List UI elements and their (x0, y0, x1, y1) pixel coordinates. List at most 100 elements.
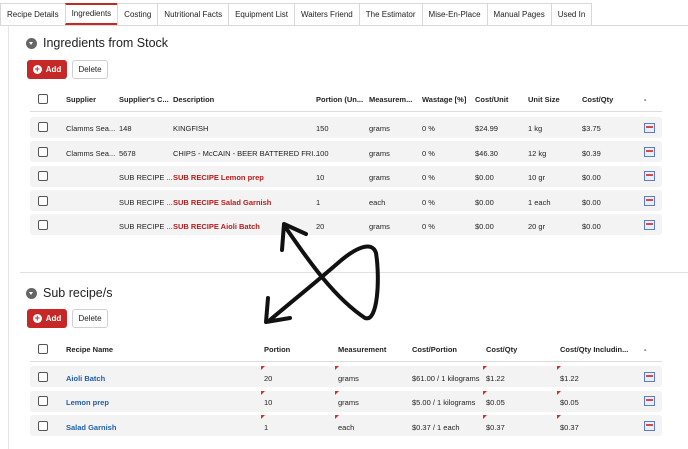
delete-ingredient-button[interactable]: Delete (72, 60, 108, 79)
tab-ingredients[interactable]: Ingredients (64, 3, 119, 25)
edited-marker (261, 391, 265, 395)
section-title: Ingredients from Stock (43, 36, 169, 50)
cost-qty-incl-cell: $0.37 (560, 423, 579, 432)
cost-qty-incl-cell: $0.05 (560, 398, 579, 407)
cost-unit-cell: $0.00 (475, 222, 494, 231)
cross-arrows-annotation (264, 222, 380, 324)
select-all-checkbox[interactable] (38, 94, 48, 104)
tab-used-in[interactable]: Used In (550, 3, 593, 25)
select-all-checkbox[interactable] (38, 344, 48, 354)
portion-cell[interactable]: 150 (316, 124, 329, 133)
supplier-code-cell: 148 (119, 124, 132, 133)
description-cell: SUB RECIPE Aioli Batch (173, 222, 260, 231)
column-header[interactable]: Cost/Qty (486, 345, 517, 354)
column-header[interactable]: Portion (Un... (316, 95, 363, 104)
measurement-cell: grams (338, 398, 359, 407)
recipe-name-link[interactable]: Aioli Batch (66, 374, 105, 383)
cost-qty-cell: $0.39 (582, 149, 601, 158)
tab-the-estimator[interactable]: The Estimator (358, 3, 423, 25)
edited-marker (483, 415, 487, 419)
tab-costing[interactable]: Costing (117, 3, 159, 25)
collapse-icon[interactable] (26, 37, 37, 49)
supplier-cell: Clamms Sea... (66, 124, 116, 133)
measurement-cell: grams (369, 173, 390, 182)
row-checkbox[interactable] (38, 122, 48, 132)
header-divider (30, 111, 662, 112)
edited-marker (335, 366, 339, 370)
subrecipe-section-header[interactable]: Sub recipe/s (26, 286, 112, 300)
row-checkbox[interactable] (38, 396, 48, 406)
cost-qty-cell: $0.05 (486, 398, 505, 407)
edited-marker (261, 366, 265, 370)
column-header: - (644, 345, 647, 354)
portion-cell[interactable]: 1 (316, 198, 320, 207)
tab-bar: Recipe Details Ingredients Costing Nutri… (0, 0, 688, 26)
description-cell: SUB RECIPE Lemon prep (173, 173, 264, 182)
edit-row-icon[interactable] (644, 171, 655, 181)
column-header[interactable]: Cost/Unit (475, 95, 508, 104)
edited-marker (557, 366, 561, 370)
portion-cell[interactable]: 10 (316, 173, 324, 182)
column-header[interactable]: Cost/Portion (412, 345, 457, 354)
column-header[interactable]: Measurement (338, 345, 386, 354)
column-header[interactable]: Description (173, 95, 214, 104)
cost-unit-cell: $24.99 (475, 124, 498, 133)
edit-row-icon[interactable] (644, 372, 655, 382)
tab-manual-pages[interactable]: Manual Pages (486, 3, 552, 25)
tab-recipe-details[interactable]: Recipe Details (0, 3, 66, 25)
wastage-cell: 0 % (422, 124, 435, 133)
edit-row-icon[interactable] (644, 421, 655, 431)
row-checkbox[interactable] (38, 171, 48, 181)
tab-equipment-list[interactable]: Equipment List (228, 3, 296, 25)
row-checkbox[interactable] (38, 196, 48, 206)
column-header[interactable]: Wastage [%] (422, 95, 466, 104)
edit-row-icon[interactable] (644, 123, 655, 133)
cost-qty-cell: $0.00 (582, 198, 601, 207)
unit-size-cell: 1 kg (528, 124, 543, 133)
row-checkbox[interactable] (38, 421, 48, 431)
tab-mise-en-place[interactable]: Mise-En-Place (421, 3, 488, 25)
row-checkbox[interactable] (38, 147, 48, 157)
tab-waiters-friend[interactable]: Waiters Friend (294, 3, 360, 25)
unit-size-cell: 20 gr (528, 222, 546, 231)
cost-portion-cell: $5.00 / 1 kilograms (412, 398, 476, 407)
edit-row-icon[interactable] (644, 220, 655, 230)
collapse-icon[interactable] (26, 287, 37, 299)
cost-unit-cell: $0.00 (475, 173, 494, 182)
recipe-name-link[interactable]: Salad Garnish (66, 423, 116, 432)
column-header[interactable]: Recipe Name (66, 345, 113, 354)
add-ingredient-button[interactable]: + Add (27, 60, 67, 79)
edited-marker (483, 391, 487, 395)
column-header[interactable]: Supplier (66, 95, 96, 104)
column-header[interactable]: Unit Size (528, 95, 560, 104)
portion-cell[interactable]: 100 (316, 149, 329, 158)
row-checkbox[interactable] (38, 372, 48, 382)
delete-subrecipe-button[interactable]: Delete (72, 309, 108, 328)
supplier-cell: Clamms Sea... (66, 149, 116, 158)
portion-cell[interactable]: 10 (264, 398, 272, 407)
row-checkbox[interactable] (38, 220, 48, 230)
supplier-code-cell: SUB RECIPE ... (119, 198, 173, 207)
column-header[interactable]: Cost/Qty Includin... (560, 345, 628, 354)
add-label: Add (45, 65, 62, 74)
cost-qty-cell: $1.22 (486, 374, 505, 383)
description-cell: SUB RECIPE Salad Garnish (173, 198, 272, 207)
measurement-cell: grams (338, 374, 359, 383)
column-header[interactable]: Portion (264, 345, 290, 354)
cost-qty-cell: $3.75 (582, 124, 601, 133)
edit-row-icon[interactable] (644, 147, 655, 157)
edit-row-icon[interactable] (644, 396, 655, 406)
tab-nutritional-facts[interactable]: Nutritional Facts (157, 3, 230, 25)
portion-cell[interactable]: 1 (264, 423, 268, 432)
cost-qty-cell: $0.37 (486, 423, 505, 432)
column-header[interactable]: Supplier's C... (119, 95, 169, 104)
stock-section-header[interactable]: Ingredients from Stock (26, 36, 168, 50)
column-header[interactable]: Cost/Qty (582, 95, 613, 104)
add-subrecipe-button[interactable]: + Add (27, 309, 67, 328)
cost-portion-cell: $0.37 / 1 each (412, 423, 460, 432)
header-divider (30, 361, 662, 362)
edit-row-icon[interactable] (644, 196, 655, 206)
column-header[interactable]: Measurem... (369, 95, 412, 104)
portion-cell[interactable]: 20 (264, 374, 272, 383)
recipe-name-link[interactable]: Lemon prep (66, 398, 109, 407)
